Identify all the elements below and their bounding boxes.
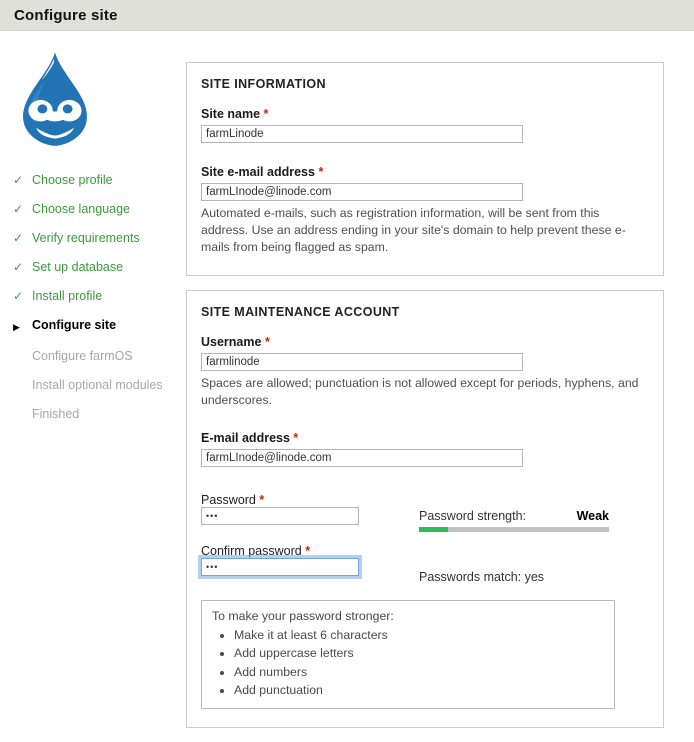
step-label: Choose profile bbox=[32, 173, 113, 188]
site-maintenance-account-legend: SITE MAINTENANCE ACCOUNT bbox=[201, 305, 649, 319]
account-email-item: E-mail address * bbox=[201, 431, 649, 467]
site-email-input[interactable] bbox=[201, 183, 523, 201]
step-finished: Finished bbox=[13, 407, 186, 422]
step-set-up-database: ✓ Set up database bbox=[13, 260, 186, 275]
site-maintenance-account-fieldset: SITE MAINTENANCE ACCOUNT Username * Spac… bbox=[186, 290, 664, 728]
configure-site-form: SITE INFORMATION Site name * Site e-mail… bbox=[186, 31, 664, 728]
confirm-password-label: Confirm password * bbox=[201, 544, 310, 558]
required-marker: * bbox=[265, 335, 270, 349]
drupal-logo-icon bbox=[10, 51, 100, 147]
install-steps-list: ✓ Choose profile ✓ Choose language ✓ Ver… bbox=[13, 173, 186, 422]
step-label: Install optional modules bbox=[32, 378, 163, 393]
password-label: Password * bbox=[201, 493, 264, 507]
username-label: Username * bbox=[201, 335, 649, 349]
password-tip: Add punctuation bbox=[234, 682, 604, 699]
step-choose-language: ✓ Choose language bbox=[13, 202, 186, 217]
username-description: Spaces are allowed; punctuation is not a… bbox=[201, 375, 649, 409]
account-email-label: E-mail address * bbox=[201, 431, 649, 445]
confirm-password-item: Confirm password * bbox=[201, 544, 419, 576]
step-label: Configure site bbox=[32, 318, 116, 333]
site-information-fieldset: SITE INFORMATION Site name * Site e-mail… bbox=[186, 62, 664, 276]
password-strength-label: Password strength: bbox=[419, 509, 526, 523]
step-verify-requirements: ✓ Verify requirements bbox=[13, 231, 186, 246]
site-email-item: Site e-mail address * Automated e-mails,… bbox=[201, 165, 649, 257]
step-label: Choose language bbox=[32, 202, 130, 217]
arrow-right-icon: ▶ bbox=[13, 318, 32, 335]
step-configure-site-current: ▶ Configure site bbox=[13, 318, 186, 335]
page-header: Configure site bbox=[0, 0, 694, 31]
step-configure-farmos: Configure farmOS bbox=[13, 349, 186, 364]
username-item: Username * Spaces are allowed; punctuati… bbox=[201, 335, 649, 409]
check-icon: ✓ bbox=[13, 260, 32, 275]
password-input[interactable] bbox=[201, 507, 359, 525]
step-label: Finished bbox=[32, 407, 79, 422]
step-install-optional-modules: Install optional modules bbox=[13, 378, 186, 393]
password-tips-title: To make your password stronger: bbox=[212, 608, 604, 625]
site-name-label: Site name * bbox=[201, 107, 649, 121]
required-marker: * bbox=[264, 107, 269, 121]
check-icon: ✓ bbox=[13, 289, 32, 304]
page-title: Configure site bbox=[14, 7, 118, 24]
step-install-profile: ✓ Install profile bbox=[13, 289, 186, 304]
step-label: Set up database bbox=[32, 260, 123, 275]
check-icon: ✓ bbox=[13, 202, 32, 217]
password-strength-level: Weak bbox=[577, 509, 609, 523]
passwords-match-status: Passwords match: yes bbox=[419, 570, 544, 584]
confirm-password-input[interactable] bbox=[201, 558, 359, 576]
password-tip: Add uppercase letters bbox=[234, 645, 604, 662]
install-sidebar: ✓ Choose profile ✓ Choose language ✓ Ver… bbox=[0, 31, 186, 436]
required-marker: * bbox=[305, 544, 310, 558]
password-item: Password * bbox=[201, 493, 419, 525]
password-strength-widget: Password strength: Weak bbox=[419, 493, 609, 532]
step-label: Install profile bbox=[32, 289, 102, 304]
site-email-description: Automated e-mails, such as registration … bbox=[201, 205, 649, 257]
required-marker: * bbox=[293, 431, 298, 445]
site-email-label: Site e-mail address * bbox=[201, 165, 649, 179]
check-icon: ✓ bbox=[13, 173, 32, 188]
account-email-input[interactable] bbox=[201, 449, 523, 467]
password-strength-fill bbox=[419, 527, 448, 532]
password-tips-box: To make your password stronger: Make it … bbox=[201, 600, 615, 709]
required-marker: * bbox=[259, 493, 264, 507]
step-label: Configure farmOS bbox=[32, 349, 133, 364]
site-name-item: Site name * bbox=[201, 107, 649, 143]
password-row: Password * Password strength: Weak bbox=[201, 493, 649, 532]
password-strength-track bbox=[419, 527, 609, 532]
password-tips-list: Make it at least 6 characters Add upperc… bbox=[234, 627, 604, 699]
password-tip: Make it at least 6 characters bbox=[234, 627, 604, 644]
step-choose-profile: ✓ Choose profile bbox=[13, 173, 186, 188]
step-label: Verify requirements bbox=[32, 231, 140, 246]
check-icon: ✓ bbox=[13, 231, 32, 246]
site-information-legend: SITE INFORMATION bbox=[201, 77, 649, 91]
site-name-input[interactable] bbox=[201, 125, 523, 143]
required-marker: * bbox=[318, 165, 323, 179]
confirm-password-row: Confirm password * Passwords match: yes bbox=[201, 544, 649, 584]
username-input[interactable] bbox=[201, 353, 523, 371]
